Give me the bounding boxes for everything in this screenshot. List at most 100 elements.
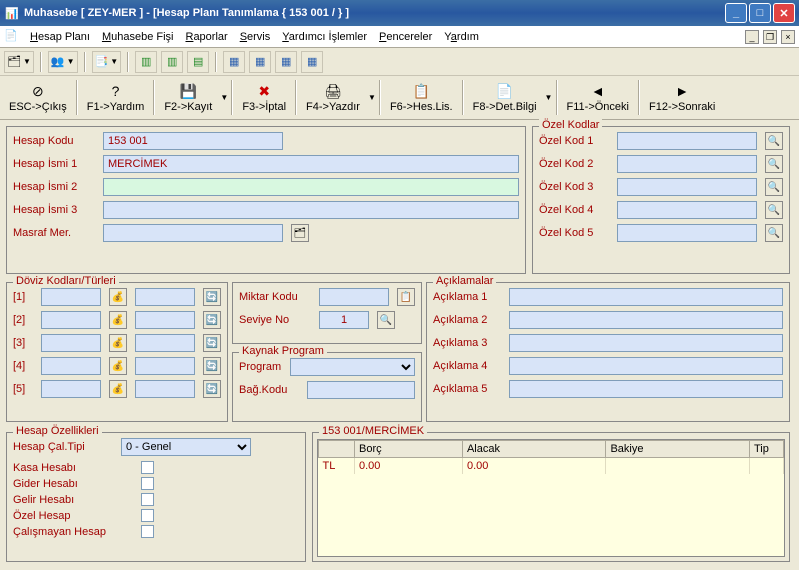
select-program[interactable] [290,358,415,376]
label-doviz-2: [2] [13,314,33,326]
input-doviz-tur-4[interactable] [135,357,195,375]
doviz-3-btn1[interactable]: 💰 [109,334,127,352]
doviz-2-btn2[interactable]: 🔄 [203,311,221,329]
minimize-button[interactable]: _ [725,3,747,23]
legend-ozellikler: Hesap Özellikleri [13,425,102,437]
separator [40,52,42,72]
miktar-lookup-button[interactable]: 📋 [397,288,415,306]
doviz-1-btn2[interactable]: 🔄 [203,288,221,306]
menu-servis[interactable]: Servis [234,29,277,45]
input-doviz-kod-4[interactable] [41,357,101,375]
mdi-minimize-button[interactable]: _ [745,30,759,44]
ozel-1-lookup-button[interactable]: 🔍 [765,132,783,150]
menu-hesap-plani[interactable]: Hesap Planı [24,29,96,45]
input-masraf[interactable] [103,224,283,242]
ozel-3-lookup-button[interactable]: 🔍 [765,178,783,196]
input-hesap-ismi3[interactable] [103,201,519,219]
input-hesap-ismi2[interactable] [103,178,519,196]
masraf-lookup-button[interactable]: 🗂 [291,224,309,242]
doviz-5-btn1[interactable]: 💰 [109,380,127,398]
menu-muhasebe-fisi[interactable]: Muhasebe Fişi [96,29,180,45]
input-miktar-kodu[interactable] [319,288,389,306]
doviz-group: Döviz Kodları/Türleri [1]💰🔄 [2]💰🔄 [3]💰🔄 … [6,282,228,422]
ozel-2-lookup-button[interactable]: 🔍 [765,155,783,173]
checkbox-gelir[interactable] [141,493,154,506]
input-doviz-tur-2[interactable] [135,311,195,329]
checkbox-calismayan[interactable] [141,525,154,538]
label-hesap-kodu: Hesap Kodu [13,135,95,147]
tb1-btn-6[interactable]: ▤ [187,51,209,73]
input-hesap-ismi1[interactable]: MERCİMEK [103,155,519,173]
input-ozel-5[interactable] [617,224,757,242]
checkbox-ozel[interactable] [141,509,154,522]
input-ozel-4[interactable] [617,201,757,219]
doviz-3-btn2[interactable]: 🔄 [203,334,221,352]
input-doviz-tur-5[interactable] [135,380,195,398]
menu-bar: 📄 Hesap Planı Muhasebe Fişi Raporlar Ser… [0,26,799,48]
tb-f4-dropdown[interactable]: ▼ [367,78,377,117]
menu-yardim[interactable]: Yardım [438,29,485,45]
label-gider: Gider Hesabı [13,478,133,490]
input-doviz-kod-5[interactable] [41,380,101,398]
tb-f12-sonraki[interactable]: ►F12->Sonraki [642,78,722,117]
tb-f6-heslis[interactable]: 📋F6->Hes.Lis. [383,78,460,117]
tb1-btn-7[interactable]: ▦ [223,51,245,73]
balance-grid[interactable]: Borç Alacak Bakiye Tip TL 0.00 0.00 [317,439,785,557]
tb1-btn-4[interactable]: ▥ [135,51,157,73]
tb1-btn-8[interactable]: ▦ [249,51,271,73]
input-doviz-kod-3[interactable] [41,334,101,352]
doviz-2-btn1[interactable]: 💰 [109,311,127,329]
doviz-1-btn1[interactable]: 💰 [109,288,127,306]
mdi-restore-button[interactable]: ❐ [763,30,777,44]
input-doviz-tur-1[interactable] [135,288,195,306]
input-hesap-kodu[interactable]: 153 001 [103,132,283,150]
seviye-lookup-button[interactable]: 🔍 [377,311,395,329]
doviz-4-btn1[interactable]: 💰 [109,357,127,375]
input-ozel-2[interactable] [617,155,757,173]
tb-f2-kayit[interactable]: 💾F2->Kayıt [157,78,219,117]
tb1-btn-1[interactable]: 🗂▼ [4,51,34,73]
menu-pencereler[interactable]: Pencereler [373,29,438,45]
input-aciklama-3[interactable] [509,334,783,352]
input-aciklama-2[interactable] [509,311,783,329]
tb1-btn-3[interactable]: 📑▼ [92,51,122,73]
tb1-btn-10[interactable]: ▦ [301,51,323,73]
mdi-close-button[interactable]: × [781,30,795,44]
doviz-4-btn2[interactable]: 🔄 [203,357,221,375]
label-seviye-no: Seviye No [239,314,311,326]
input-doviz-kod-2[interactable] [41,311,101,329]
tb1-btn-9[interactable]: ▦ [275,51,297,73]
cell-tip [750,458,784,475]
select-caltipi[interactable]: 0 - Genel [121,438,251,456]
tb-f3-iptal[interactable]: ✖F3->İptal [235,78,293,117]
tb-f4-yazdir[interactable]: 🖨F4->Yazdır [299,78,367,117]
tb1-btn-5[interactable]: ▥ [161,51,183,73]
input-aciklama-5[interactable] [509,380,783,398]
table-row[interactable]: TL 0.00 0.00 [319,458,784,475]
tb-esc-cikis[interactable]: ⊘ESC->Çıkış [2,78,74,117]
menu-raporlar[interactable]: Raporlar [179,29,233,45]
tb-f2-dropdown[interactable]: ▼ [219,78,229,117]
ozel-4-lookup-button[interactable]: 🔍 [765,201,783,219]
maximize-button[interactable]: □ [749,3,771,23]
input-aciklama-1[interactable] [509,288,783,306]
tb1-btn-2[interactable]: 👥▼ [48,51,78,73]
tb-f8-detbilgi[interactable]: 📄F8->Det.Bilgi [466,78,544,117]
checkbox-kasa[interactable] [141,461,154,474]
input-doviz-tur-3[interactable] [135,334,195,352]
tb-f8-dropdown[interactable]: ▼ [544,78,554,117]
input-bagkodu[interactable] [307,381,415,399]
checkbox-gider[interactable] [141,477,154,490]
doviz-5-btn2[interactable]: 🔄 [203,380,221,398]
tb-f1-yardim[interactable]: ?F1->Yardım [80,78,152,117]
input-ozel-3[interactable] [617,178,757,196]
input-doviz-kod-1[interactable] [41,288,101,306]
input-aciklama-4[interactable] [509,357,783,375]
close-button[interactable]: ✕ [773,3,795,23]
input-ozel-1[interactable] [617,132,757,150]
input-seviye-no[interactable]: 1 [319,311,369,329]
menu-yardimci[interactable]: Yardımcı İşlemler [276,29,373,45]
tb-f11-onceki[interactable]: ◄F11->Önceki [560,78,636,117]
ozel-5-lookup-button[interactable]: 🔍 [765,224,783,242]
label-hesap-ismi2: Hesap İsmi 2 [13,181,95,193]
